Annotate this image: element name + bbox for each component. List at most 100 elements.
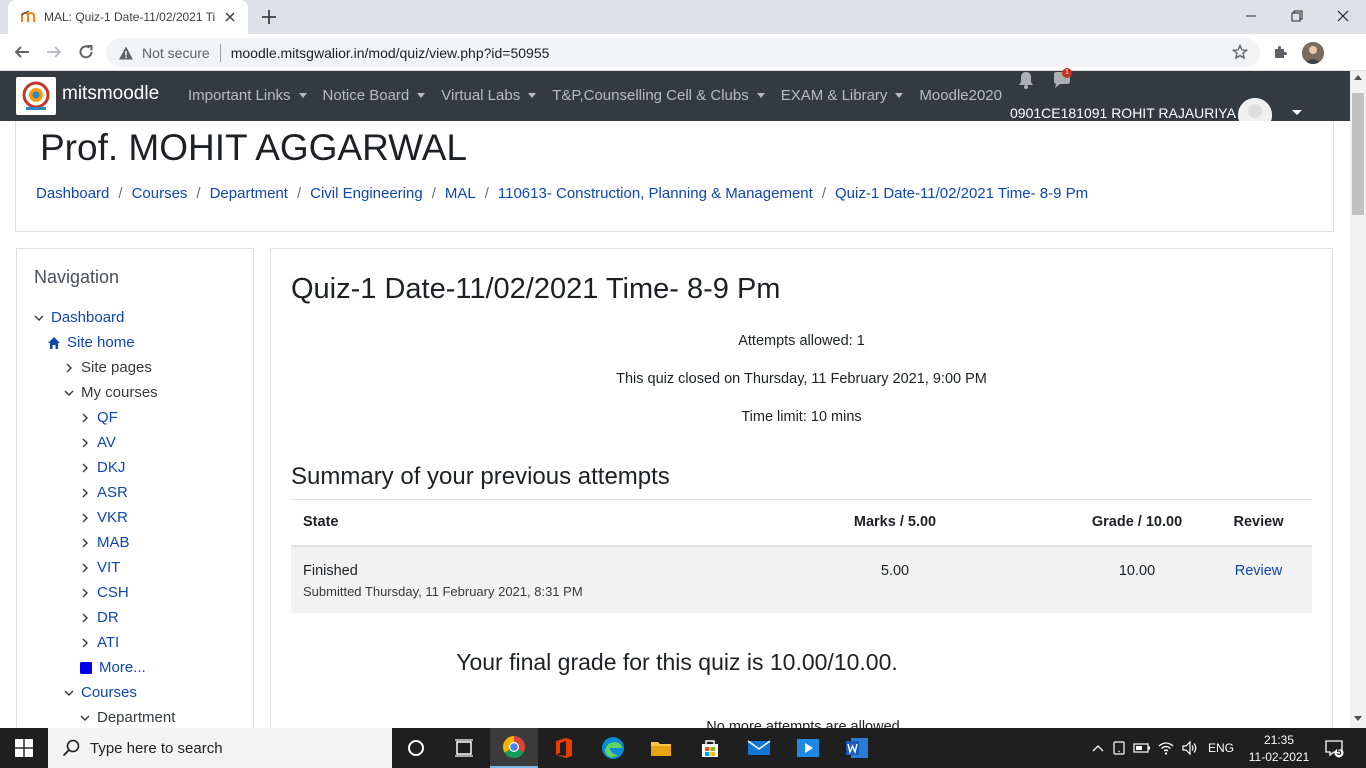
- bookmark-star-icon[interactable]: [1232, 44, 1248, 60]
- breadcrumb-mal[interactable]: MAL: [445, 185, 476, 202]
- scroll-down-arrow-icon[interactable]: [1354, 716, 1362, 721]
- task-view-icon[interactable]: [440, 728, 488, 768]
- file-explorer-icon[interactable]: [637, 728, 685, 768]
- menu-important-links[interactable]: Important Links: [188, 87, 307, 104]
- forward-icon[interactable]: [44, 42, 64, 62]
- nav-label: DKJ: [97, 459, 126, 476]
- chrome-profile-avatar[interactable]: [1302, 42, 1324, 64]
- store-icon[interactable]: [686, 728, 734, 768]
- breadcrumb-course[interactable]: 110613- Construction, Planning & Managem…: [498, 185, 813, 202]
- extensions-icon[interactable]: [1270, 42, 1290, 62]
- search-placeholder: Type here to search: [90, 739, 223, 757]
- page-scrollbar[interactable]: [1350, 71, 1366, 728]
- address-bar[interactable]: Not secure moodle.mitsgwalior.in/mod/qui…: [106, 38, 1260, 67]
- browser-tab[interactable]: MAL: Quiz-1 Date-11/02/2021 Ti: [8, 0, 248, 34]
- nav-label: Dashboard: [51, 309, 125, 326]
- battery-icon[interactable]: [1130, 743, 1154, 753]
- nav-item-my-courses[interactable]: My courses: [63, 380, 158, 405]
- reload-icon[interactable]: [76, 42, 96, 62]
- breadcrumb-separator: /: [484, 185, 489, 202]
- media-player-icon[interactable]: [784, 728, 832, 768]
- caret-down-icon: [298, 93, 307, 98]
- nav-item-course-dr[interactable]: DR: [79, 605, 119, 630]
- moodle-navbar: mitsmoodle Important Links Notice Board …: [0, 68, 1350, 132]
- security-label[interactable]: Not secure: [142, 45, 210, 61]
- time-limit: Time limit: 10 mins: [741, 409, 862, 425]
- breadcrumb-department[interactable]: Department: [210, 185, 288, 202]
- breadcrumb-civil-engineering[interactable]: Civil Engineering: [310, 185, 423, 202]
- nav-item-department[interactable]: Department: [79, 705, 175, 728]
- nav-item-course-mab[interactable]: MAB: [79, 530, 130, 555]
- tray-chevron-up-icon[interactable]: [1088, 744, 1108, 752]
- tablet-icon[interactable]: [1108, 741, 1130, 755]
- user-menu-caret-icon[interactable]: [1292, 110, 1302, 115]
- nav-item-more[interactable]: More...: [79, 655, 146, 680]
- nav-item-course-av[interactable]: AV: [79, 430, 116, 455]
- url-text[interactable]: moodle.mitsgwalior.in/mod/quiz/view.php?…: [231, 45, 550, 61]
- notification-bell-icon[interactable]: [1018, 71, 1034, 89]
- clock-time: 21:35: [1263, 733, 1295, 747]
- taskbar-clock[interactable]: 21:35 11-02-2021: [1238, 732, 1320, 766]
- menu-notice-board[interactable]: Notice Board: [323, 87, 426, 104]
- nav-item-course-asr[interactable]: ASR: [79, 480, 128, 505]
- menu-moodle2020[interactable]: Moodle2020: [919, 87, 1002, 104]
- header-grade: Grade / 10.00: [1069, 499, 1205, 547]
- search-icon: [62, 739, 80, 757]
- menu-virtual-labs[interactable]: Virtual Labs: [441, 87, 537, 104]
- nav-label: Department: [97, 709, 176, 726]
- scroll-up-arrow-icon[interactable]: [1354, 75, 1362, 80]
- cortana-icon[interactable]: [392, 728, 440, 768]
- back-icon[interactable]: [12, 42, 32, 62]
- restore-icon[interactable]: [1274, 0, 1320, 32]
- scrollbar-thumb[interactable]: [1352, 93, 1364, 215]
- nav-item-course-dkj[interactable]: DKJ: [79, 455, 125, 480]
- nav-item-site-pages[interactable]: Site pages: [63, 355, 152, 380]
- page-title: Prof. MOHIT AGGARWAL: [40, 127, 467, 168]
- final-grade: Your final grade for this quiz is 10.00/…: [456, 649, 898, 675]
- language-indicator[interactable]: ENG: [1208, 741, 1234, 755]
- browser-toolbar: Not secure moodle.mitsgwalior.in/mod/qui…: [0, 34, 1366, 71]
- breadcrumb-dashboard[interactable]: Dashboard: [36, 185, 109, 202]
- office-icon[interactable]: [540, 728, 588, 768]
- breadcrumb-courses[interactable]: Courses: [132, 185, 188, 202]
- review-link[interactable]: Review: [1235, 563, 1283, 579]
- nav-item-course-vit[interactable]: VIT: [79, 555, 120, 580]
- taskbar-search[interactable]: Type here to search: [48, 728, 392, 768]
- table-row: Finished Submitted Thursday, 11 February…: [291, 545, 1312, 613]
- window-close-icon[interactable]: [1320, 0, 1366, 32]
- windows-start-icon[interactable]: [0, 728, 48, 768]
- edge-icon[interactable]: [589, 728, 637, 768]
- nav-item-site-home[interactable]: Site home: [47, 330, 135, 355]
- header-marks: Marks / 5.00: [721, 499, 1069, 547]
- wifi-icon[interactable]: [1154, 741, 1178, 755]
- nav-item-course-csh[interactable]: CSH: [79, 580, 129, 605]
- minimize-icon[interactable]: [1228, 0, 1274, 32]
- nav-item-course-vkr[interactable]: VKR: [79, 505, 128, 530]
- attempt-state: Finished: [303, 562, 358, 579]
- message-count-badge: 1: [1062, 68, 1072, 78]
- attempt-state-cell: Finished Submitted Thursday, 11 February…: [291, 545, 721, 613]
- breadcrumb-quiz[interactable]: Quiz-1 Date-11/02/2021 Time- 8-9 Pm: [835, 185, 1088, 202]
- warning-icon[interactable]: [118, 45, 134, 61]
- word-icon[interactable]: [833, 728, 881, 768]
- new-tab-icon[interactable]: [260, 8, 278, 26]
- nav-item-course-qf[interactable]: QF: [79, 405, 118, 430]
- chevron-right-icon: [66, 363, 72, 372]
- nav-item-dashboard[interactable]: Dashboard: [33, 305, 124, 330]
- menu-tp-counselling[interactable]: T&P,Counselling Cell & Clubs: [552, 87, 765, 104]
- action-center-icon[interactable]: 5: [1324, 738, 1344, 758]
- nav-item-course-ati[interactable]: ATI: [79, 630, 119, 655]
- site-logo[interactable]: [16, 77, 56, 115]
- nav-label: ASR: [97, 484, 128, 501]
- site-name[interactable]: mitsmoodle: [62, 83, 159, 105]
- menu-exam-library[interactable]: EXAM & Library: [781, 87, 904, 104]
- chrome-icon[interactable]: [490, 728, 538, 768]
- mail-icon[interactable]: [735, 728, 783, 768]
- attempts-allowed: Attempts allowed: 1: [738, 333, 865, 349]
- volume-icon[interactable]: [1178, 741, 1202, 755]
- close-icon[interactable]: [222, 9, 238, 25]
- chevron-right-icon: [82, 613, 88, 622]
- user-name[interactable]: 0901CE181091 ROHIT RAJAURIYA: [1010, 105, 1236, 121]
- nav-item-courses[interactable]: Courses: [63, 680, 137, 705]
- page-content: Prof. MOHIT AGGARWAL Dashboard / Courses…: [0, 121, 1350, 728]
